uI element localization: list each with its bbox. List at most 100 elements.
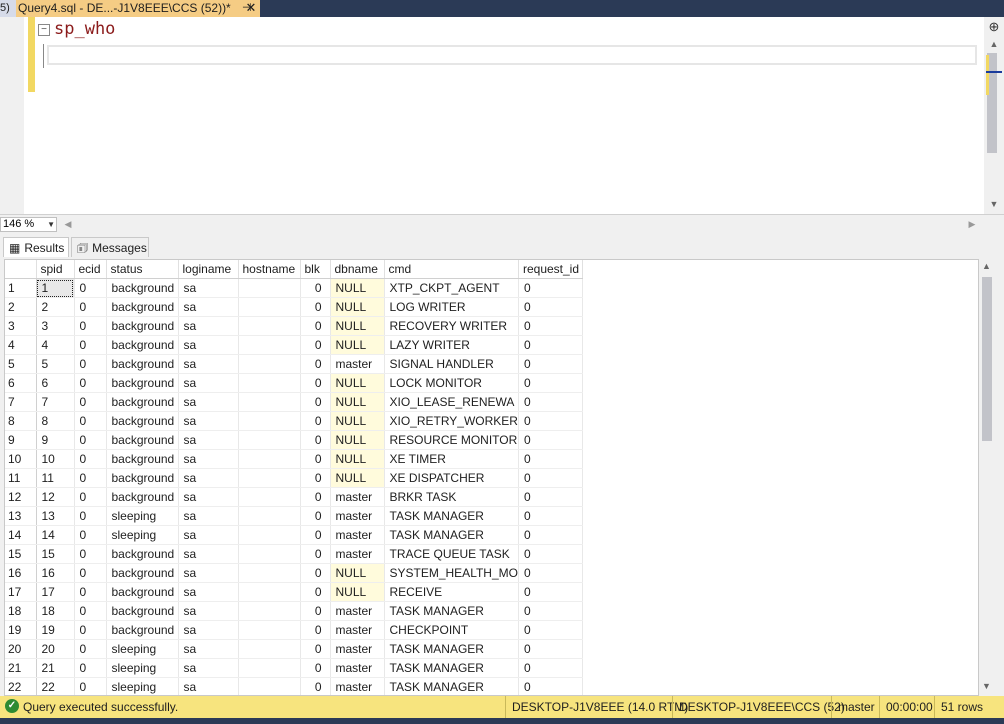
cell-dbname[interactable]: NULL [330, 449, 385, 469]
cell-ecid[interactable]: 0 [74, 487, 107, 507]
cell-status[interactable]: background [106, 544, 179, 564]
cell-cmd[interactable]: TASK MANAGER [384, 658, 519, 678]
cell-spid[interactable]: 2 [36, 297, 75, 317]
cell-cmd[interactable]: LOG WRITER [384, 297, 519, 317]
cell-cmd[interactable]: XTP_CKPT_AGENT [384, 278, 519, 298]
cell-loginame[interactable]: sa [178, 601, 239, 621]
cell-spid[interactable]: 22 [36, 677, 75, 695]
cell-blk[interactable]: 0 [300, 487, 331, 507]
row-number-cell[interactable]: 8 [5, 411, 37, 431]
cell-hostname[interactable] [238, 582, 301, 602]
column-header-loginame[interactable]: loginame [178, 260, 239, 279]
cell-request_id[interactable]: 0 [518, 430, 583, 450]
row-number-cell[interactable]: 10 [5, 449, 37, 469]
cell-hostname[interactable] [238, 297, 301, 317]
row-number-cell[interactable]: 22 [5, 677, 37, 695]
cell-ecid[interactable]: 0 [74, 316, 107, 336]
row-number-cell[interactable]: 16 [5, 563, 37, 583]
cell-dbname[interactable]: NULL [330, 468, 385, 488]
cell-hostname[interactable] [238, 658, 301, 678]
cell-status[interactable]: background [106, 487, 179, 507]
cell-hostname[interactable] [238, 601, 301, 621]
column-header-dbname[interactable]: dbname [330, 260, 385, 279]
cell-ecid[interactable]: 0 [74, 449, 107, 469]
table-row[interactable]: 12 12 0 background sa 0 master BRKR TASK 0 [5, 487, 583, 507]
cell-status[interactable]: sleeping [106, 658, 179, 678]
code-text[interactable]: sp_who [54, 19, 115, 39]
cell-status[interactable]: background [106, 411, 179, 431]
cell-hostname[interactable] [238, 449, 301, 469]
cell-ecid[interactable]: 0 [74, 335, 107, 355]
cell-cmd[interactable]: RECOVERY WRITER [384, 316, 519, 336]
cell-dbname[interactable]: master [330, 506, 385, 526]
cell-dbname[interactable]: master [330, 601, 385, 621]
cell-cmd[interactable]: RESOURCE MONITOR [384, 430, 519, 450]
cell-request_id[interactable]: 0 [518, 639, 583, 659]
scroll-down-arrow-icon[interactable]: ▼ [982, 681, 991, 691]
cell-loginame[interactable]: sa [178, 430, 239, 450]
table-row[interactable]: 2 2 0 background sa 0 NULL LOG WRITER 0 [5, 297, 583, 317]
cell-blk[interactable]: 0 [300, 411, 331, 431]
cell-request_id[interactable]: 0 [518, 468, 583, 488]
table-row[interactable]: 19 19 0 background sa 0 master CHECKPOINT 0 [5, 620, 583, 640]
cell-loginame[interactable]: sa [178, 354, 239, 374]
cell-request_id[interactable]: 0 [518, 392, 583, 412]
cell-request_id[interactable]: 0 [518, 354, 583, 374]
cell-cmd[interactable]: TASK MANAGER [384, 525, 519, 545]
table-row[interactable]: 21 21 0 sleeping sa 0 master TASK MANAGER 0 [5, 658, 583, 678]
cell-request_id[interactable]: 0 [518, 506, 583, 526]
cell-request_id[interactable]: 0 [518, 658, 583, 678]
cell-status[interactable]: background [106, 354, 179, 374]
close-tab-button[interactable]: ✕ [242, 0, 260, 17]
table-row[interactable]: 10 10 0 background sa 0 NULL XE TIMER 0 [5, 449, 583, 469]
cell-cmd[interactable]: TASK MANAGER [384, 677, 519, 695]
cell-request_id[interactable]: 0 [518, 601, 583, 621]
cell-cmd[interactable]: CHECKPOINT [384, 620, 519, 640]
row-number-cell[interactable]: 20 [5, 639, 37, 659]
row-number-cell[interactable]: 17 [5, 582, 37, 602]
cell-ecid[interactable]: 0 [74, 639, 107, 659]
table-row[interactable]: 7 7 0 background sa 0 NULL XIO_LEASE_RENEWA 0 [5, 392, 583, 412]
cell-hostname[interactable] [238, 335, 301, 355]
row-number-cell[interactable]: 6 [5, 373, 37, 393]
cell-loginame[interactable]: sa [178, 468, 239, 488]
cell-status[interactable]: background [106, 316, 179, 336]
cell-hostname[interactable] [238, 278, 301, 298]
cell-hostname[interactable] [238, 354, 301, 374]
cell-loginame[interactable]: sa [178, 297, 239, 317]
row-number-cell[interactable]: 13 [5, 506, 37, 526]
cell-blk[interactable]: 0 [300, 354, 331, 374]
scroll-up-arrow-icon[interactable]: ▲ [986, 37, 1002, 51]
cell-cmd[interactable]: LAZY WRITER [384, 335, 519, 355]
zoom-level-select[interactable]: 146 % ▼ [0, 217, 57, 232]
cell-loginame[interactable]: sa [178, 620, 239, 640]
cell-blk[interactable]: 0 [300, 658, 331, 678]
cell-spid[interactable]: 9 [36, 430, 75, 450]
cell-ecid[interactable]: 0 [74, 392, 107, 412]
row-number-cell[interactable]: 15 [5, 544, 37, 564]
cell-blk[interactable]: 0 [300, 449, 331, 469]
table-row[interactable]: 15 15 0 background sa 0 master TRACE QUEUE TASK… [5, 544, 583, 564]
row-number-cell[interactable]: 14 [5, 525, 37, 545]
cell-cmd[interactable]: SYSTEM_HEALTH_MO [384, 563, 519, 583]
cell-cmd[interactable]: RECEIVE [384, 582, 519, 602]
table-row[interactable]: 5 5 0 background sa 0 master SIGNAL HANDLER 0 [5, 354, 583, 374]
cell-status[interactable]: background [106, 449, 179, 469]
cell-ecid[interactable]: 0 [74, 601, 107, 621]
cell-spid[interactable]: 14 [36, 525, 75, 545]
cell-cmd[interactable]: TASK MANAGER [384, 506, 519, 526]
row-number-cell[interactable]: 9 [5, 430, 37, 450]
cell-hostname[interactable] [238, 563, 301, 583]
cell-request_id[interactable]: 0 [518, 544, 583, 564]
cell-dbname[interactable]: NULL [330, 392, 385, 412]
cell-ecid[interactable]: 0 [74, 373, 107, 393]
row-number-cell[interactable]: 7 [5, 392, 37, 412]
row-number-cell[interactable]: 18 [5, 601, 37, 621]
results-vertical-scrollbar[interactable]: ▲ ▼ [979, 259, 996, 696]
table-row[interactable]: 8 8 0 background sa 0 NULL XIO_RETRY_WORKER 0 [5, 411, 583, 431]
cell-spid[interactable]: 16 [36, 563, 75, 583]
cell-blk[interactable]: 0 [300, 392, 331, 412]
cell-loginame[interactable]: sa [178, 335, 239, 355]
cell-status[interactable]: background [106, 392, 179, 412]
cell-status[interactable]: sleeping [106, 525, 179, 545]
